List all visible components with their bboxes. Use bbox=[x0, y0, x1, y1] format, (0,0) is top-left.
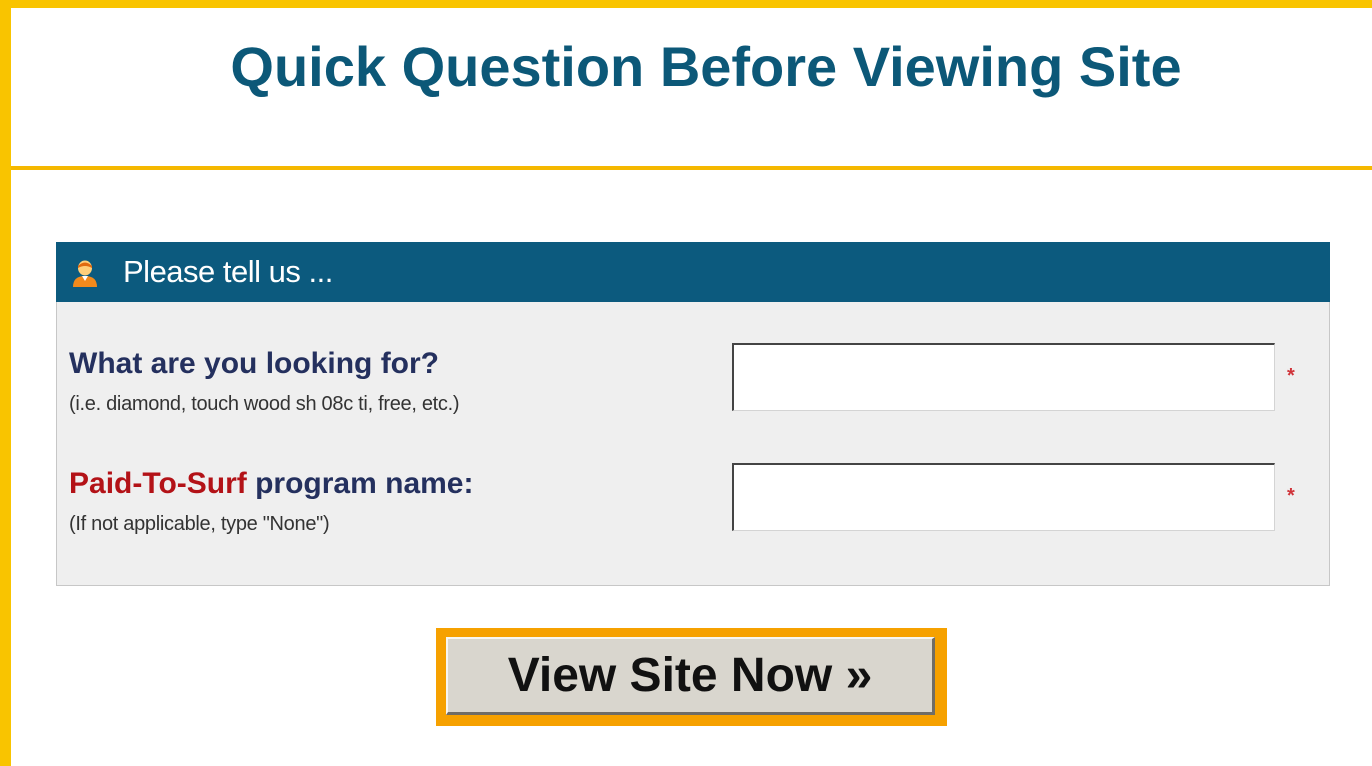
required-marker: * bbox=[1287, 365, 1295, 387]
panel-title: Please tell us ... bbox=[123, 254, 333, 289]
field-hint-program-name: (If not applicable, type "None") bbox=[69, 513, 330, 535]
user-icon bbox=[70, 258, 100, 288]
view-site-now-button[interactable]: View Site Now » bbox=[446, 637, 935, 715]
field-label-program-name: Paid-To-Surf program name: bbox=[69, 467, 473, 501]
page-header: Quick Question Before Viewing Site bbox=[11, 8, 1372, 170]
panel-header: Please tell us ... bbox=[56, 242, 1330, 302]
button-highlight-border: View Site Now » bbox=[436, 628, 947, 726]
required-marker: * bbox=[1287, 485, 1295, 507]
field-hint-looking-for: (i.e. diamond, touch wood sh 08c ti, fre… bbox=[69, 393, 460, 415]
looking-for-input[interactable] bbox=[732, 343, 1275, 411]
page-title: Quick Question Before Viewing Site bbox=[230, 35, 1182, 98]
field-label-rest: program name: bbox=[246, 467, 474, 500]
field-label-looking-for: What are you looking for? bbox=[69, 347, 440, 380]
field-label-highlight: Paid-To-Surf bbox=[69, 467, 247, 500]
question-panel: Please tell us ... What are you looking … bbox=[56, 242, 1330, 586]
program-name-input[interactable] bbox=[732, 463, 1275, 531]
